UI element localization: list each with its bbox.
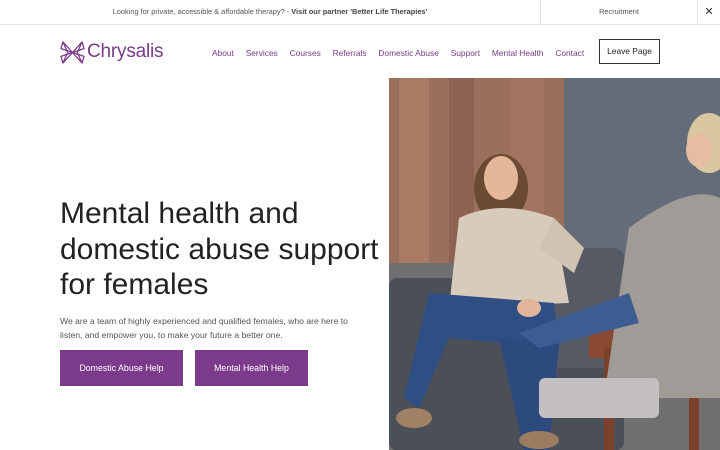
- site-logo[interactable]: Chrysalis: [60, 39, 164, 65]
- nav-support[interactable]: Support: [451, 48, 480, 58]
- hero-title: Mental health and domestic abuse support…: [60, 197, 379, 301]
- mental-health-help-button[interactable]: Mental Health Help: [195, 350, 308, 386]
- partner-link[interactable]: Visit our partner 'Better Life Therapies…: [291, 7, 427, 16]
- announcement-text: Looking for private, accessible & afford…: [112, 7, 292, 16]
- nav-referrals[interactable]: Referrals: [333, 48, 367, 58]
- nav-contact[interactable]: Contact: [555, 48, 584, 58]
- close-icon[interactable]: ✕: [697, 0, 720, 24]
- nav-mental-health[interactable]: Mental Health: [492, 48, 544, 58]
- hero-photo: [389, 78, 720, 450]
- butterfly-logo-icon: [60, 40, 85, 64]
- leave-page-button[interactable]: Leave Page: [599, 39, 660, 64]
- nav-about[interactable]: About: [212, 48, 234, 58]
- domestic-abuse-help-button[interactable]: Domestic Abuse Help: [60, 350, 183, 386]
- announcement-bar: Looking for private, accessible & afford…: [0, 0, 720, 25]
- nav-courses[interactable]: Courses: [290, 48, 321, 58]
- recruitment-link[interactable]: Recruitment: [540, 0, 697, 24]
- hero-subtitle: We are a team of highly experienced and …: [60, 316, 348, 340]
- brand-name: Chrysalis: [87, 41, 164, 62]
- nav-services[interactable]: Services: [246, 48, 278, 58]
- nav-domestic-abuse[interactable]: Domestic Abuse: [378, 48, 439, 58]
- main-nav: About Services Courses Referrals Domesti…: [212, 48, 584, 58]
- announcement-message: Looking for private, accessible & afford…: [0, 0, 540, 24]
